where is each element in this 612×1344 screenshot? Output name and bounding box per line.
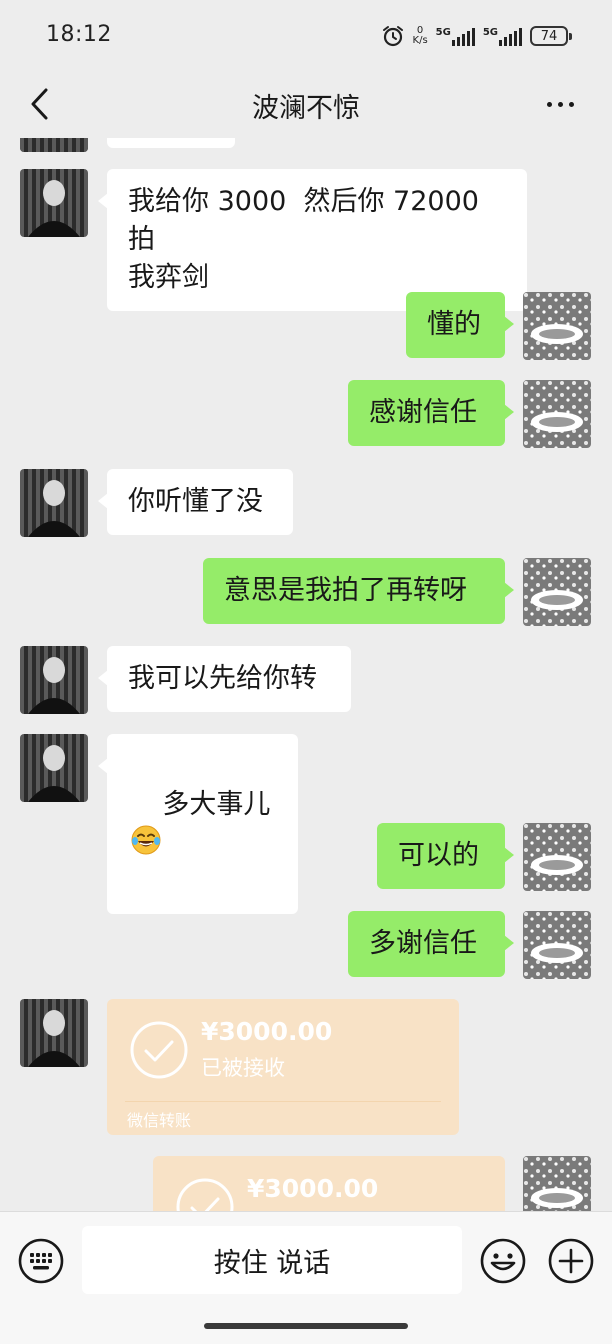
sim1-label: 5G <box>435 26 451 38</box>
net-speed-indicator: 0 K/s <box>413 26 428 46</box>
nav-bar: 波澜不惊 <box>0 72 612 138</box>
message-bubble[interactable]: 我给你 3000 然后你 72000 拍 我弈剑 <box>98 169 527 311</box>
input-bar: 按住 说话 <box>0 1211 612 1344</box>
message-bubble[interactable]: 感谢信任 <box>348 380 514 446</box>
signal-icon <box>499 27 522 46</box>
transfer-amount: ¥3000.00 <box>247 1174 379 1203</box>
my-avatar[interactable] <box>523 558 591 626</box>
chat-area[interactable]: 我给你 3000 然后你 72000 拍 我弈剑 懂的 感谢信任 你听懂了没 意… <box>0 138 612 1211</box>
status-icons: 0 K/s 5G 5G 74 <box>381 22 572 50</box>
status-time: 18:12 <box>46 22 112 47</box>
message-bubble[interactable]: 多谢信任 <box>348 911 514 977</box>
check-circle-icon <box>130 1021 188 1079</box>
transfer-card[interactable]: ¥3000.00 <box>153 1156 505 1211</box>
battery-icon: 74 <box>530 26 572 46</box>
smiley-icon[interactable] <box>479 1237 527 1285</box>
laughing-tears-emoji-icon <box>131 825 161 855</box>
message-bubble[interactable]: 懂的 <box>406 292 514 358</box>
contact-avatar[interactable] <box>20 169 88 237</box>
message-bubble[interactable]: 意思是我拍了再转呀 <box>203 558 514 624</box>
transfer-footer: 微信转账 <box>127 1111 192 1130</box>
more-dots-icon <box>546 101 552 107</box>
chevron-left-icon <box>31 88 48 120</box>
battery-level: 74 <box>540 28 558 44</box>
sim2-label: 5G <box>482 26 498 38</box>
message-bubble[interactable]: 我可以先给你转 <box>98 646 351 712</box>
back-button[interactable] <box>18 82 62 126</box>
contact-avatar[interactable] <box>20 734 88 802</box>
signal-sim2: 5G <box>483 27 522 46</box>
contact-avatar[interactable] <box>20 469 88 537</box>
contact-avatar[interactable] <box>20 999 88 1067</box>
signal-sim1: 5G <box>436 27 475 46</box>
my-avatar[interactable] <box>523 292 591 360</box>
message-text: 多大事儿 <box>162 789 271 820</box>
plus-icon[interactable] <box>547 1237 595 1285</box>
my-avatar[interactable] <box>523 823 591 891</box>
message-bubble[interactable]: 多大事儿 <box>98 734 298 914</box>
message-bubble[interactable]: 你听懂了没 <box>98 469 293 535</box>
hold-to-talk-button[interactable]: 按住 说话 <box>82 1226 462 1294</box>
check-circle-icon <box>176 1178 234 1211</box>
signal-icon <box>451 27 475 46</box>
message-bubble-partial[interactable] <box>107 138 235 148</box>
contact-avatar[interactable] <box>20 138 88 152</box>
more-options-button[interactable] <box>538 82 582 126</box>
transfer-status: 已被接收 <box>201 1056 285 1080</box>
my-avatar[interactable] <box>523 911 591 979</box>
transfer-amount: ¥3000.00 <box>201 1017 333 1046</box>
alarm-icon <box>382 26 403 47</box>
chat-title: 波澜不惊 <box>252 93 360 124</box>
transfer-divider <box>125 1101 441 1102</box>
my-avatar[interactable] <box>523 380 591 448</box>
keyboard-icon[interactable] <box>17 1237 65 1285</box>
home-indicator[interactable] <box>204 1323 408 1329</box>
status-bar: 18:12 0 K/s 5G 5G 74 <box>0 0 612 72</box>
message-bubble[interactable]: 可以的 <box>377 823 514 889</box>
my-avatar[interactable] <box>523 1156 591 1211</box>
contact-avatar[interactable] <box>20 646 88 714</box>
net-speed-unit: K/s <box>412 35 428 46</box>
transfer-card[interactable]: ¥3000.00 已被接收 微信转账 <box>107 999 459 1135</box>
